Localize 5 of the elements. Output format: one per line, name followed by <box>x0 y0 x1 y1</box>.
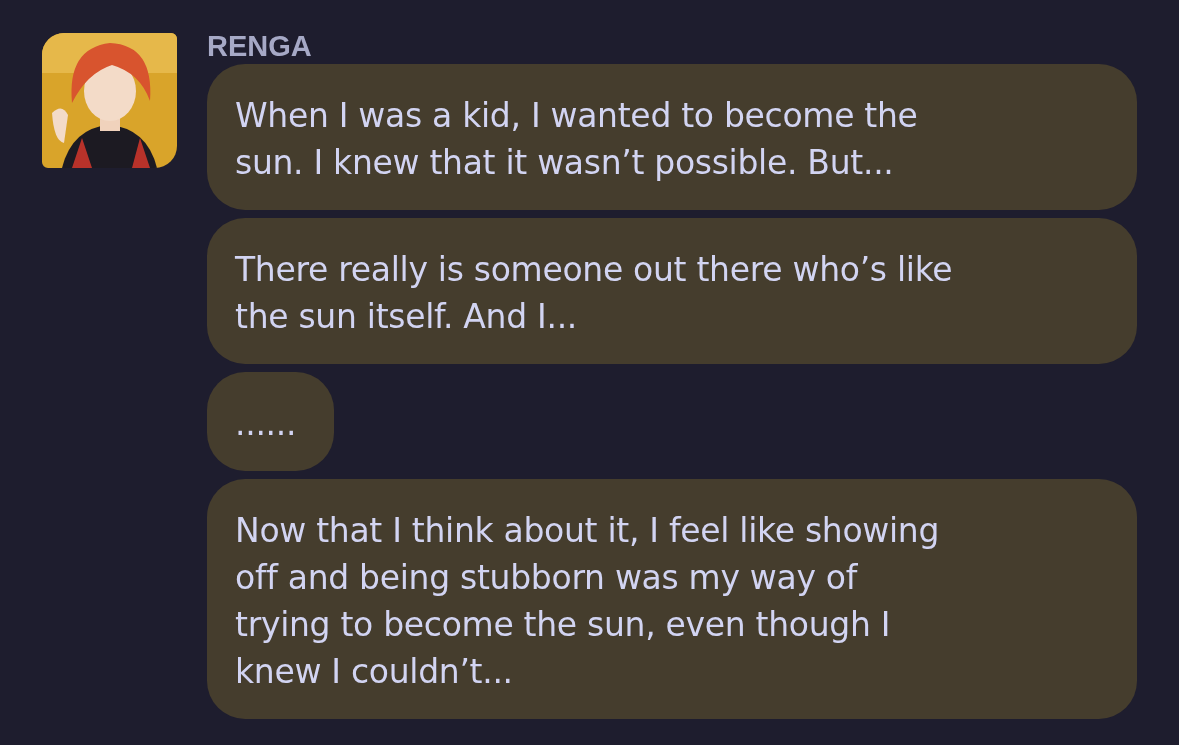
message-text: When I was a kid, I wanted to become the sun. I knew that it wasn’t possible. But... <box>235 95 919 184</box>
message-text: Now that I think about it, I feel like showing off and being stubborn was my way of trying to become the sun, even though I knew I couldn’t... <box>235 510 941 693</box>
message-text: ...... <box>235 403 298 445</box>
sender-name: RENGA <box>207 31 312 61</box>
message-text: There really is someone out there who’s like the sun itself. And I... <box>235 249 954 338</box>
